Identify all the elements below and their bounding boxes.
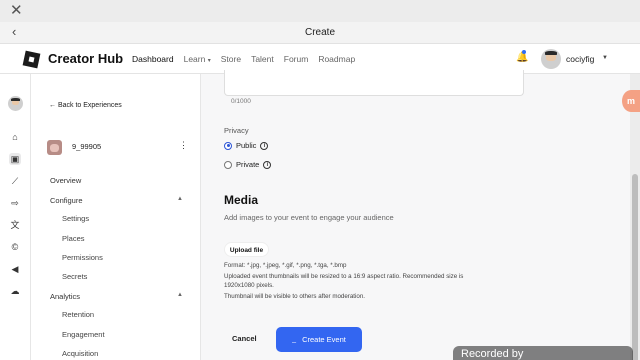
info-icon[interactable]: i (263, 160, 272, 169)
sidebar-item-overview[interactable]: Overview (50, 176, 81, 185)
nav-learn[interactable]: Learn ▾ (184, 54, 211, 64)
experiences-icon[interactable]: ▣ (9, 153, 21, 165)
nav-forum[interactable]: Forum (284, 54, 309, 64)
scrollbar-thumb[interactable] (632, 174, 638, 360)
floating-assistant-bubble[interactable]: m (622, 90, 640, 112)
moderation-hint: Thumbnail will be visible to others afte… (224, 293, 366, 300)
media-heading: Media (224, 193, 259, 207)
avatar[interactable] (541, 49, 561, 69)
nav-dashboard[interactable]: Dashboard (132, 54, 174, 64)
close-icon[interactable]: ✕ (10, 2, 23, 20)
create-event-button[interactable]: _ Create Event (276, 327, 362, 352)
sidebar-item-analytics[interactable]: Analytics (50, 292, 80, 301)
bell-icon[interactable]: 🔔 (516, 50, 528, 63)
sidebar-item-places[interactable]: Places (62, 234, 85, 243)
description-textarea[interactable] (224, 70, 524, 96)
chevron-up-icon[interactable]: ▲ (177, 196, 183, 202)
sidebar: ← Back to Experiences 9_99905 ⋮ Overview… (31, 74, 201, 360)
analytics-icon[interactable]: ⟋ (9, 175, 21, 187)
chevron-down-icon[interactable]: ▼ (602, 55, 608, 61)
main-content: 0/1000 Privacy Public i Private i Media … (202, 70, 640, 360)
sidebar-item-acquisition[interactable]: Acquisition (62, 349, 98, 358)
sidebar-item-permissions[interactable]: Permissions (62, 253, 103, 262)
chevron-up-icon[interactable]: ▲ (177, 292, 183, 298)
format-hint: Format: *.jpg, *.jpeg, *.gif, *.png, *.t… (224, 262, 347, 269)
icon-rail: ⌂ ▣ ⟋ ⇨ 文 © ◀ ☁ (0, 74, 31, 360)
chevron-down-icon: ▾ (207, 58, 211, 64)
title-bar: ‹ Create (0, 22, 640, 44)
sidebar-item-configure[interactable]: Configure (50, 196, 83, 205)
nav-store[interactable]: Store (221, 54, 241, 64)
monetization-icon[interactable]: ⇨ (9, 197, 21, 209)
experience-thumbnail (47, 140, 62, 155)
nav-talent[interactable]: Talent (251, 54, 274, 64)
translate-icon[interactable]: 文 (9, 219, 21, 231)
info-icon[interactable]: i (260, 141, 269, 150)
privacy-label: Privacy (224, 126, 249, 135)
sidebar-item-secrets[interactable]: Secrets (62, 272, 87, 281)
scrollbar[interactable] (630, 74, 640, 360)
roblox-logo[interactable] (22, 50, 41, 69)
system-bar: ✕ (0, 0, 640, 22)
privacy-option-private[interactable]: Private i (224, 160, 272, 169)
upload-file-button[interactable]: Upload file (224, 242, 269, 257)
radio-public[interactable] (224, 141, 232, 150)
window-title: Create (304, 27, 335, 38)
cancel-button[interactable]: Cancel (232, 334, 257, 343)
sidebar-item-engagement[interactable]: Engagement (62, 330, 105, 339)
username[interactable]: cociyfig (566, 54, 594, 64)
sidebar-item-retention[interactable]: Retention (62, 310, 94, 319)
character-counter: 0/1000 (231, 98, 251, 105)
resize-hint-1: Uploaded event thumbnails will be resize… (224, 273, 464, 280)
privacy-option-public[interactable]: Public i (224, 141, 269, 150)
resize-hint-2: 1920x1080 pixels. (224, 282, 274, 289)
currency-icon[interactable]: © (9, 241, 21, 253)
megaphone-icon[interactable]: ◀ (9, 263, 21, 275)
nav-roadmap[interactable]: Roadmap (318, 54, 355, 64)
recorder-watermark: Recorded by (453, 346, 633, 360)
back-to-experiences-link[interactable]: ← Back to Experiences (49, 102, 122, 109)
experience-name: 9_99905 (72, 142, 102, 151)
nav-links: Dashboard Learn ▾ Store Talent Forum Roa… (132, 54, 355, 64)
notification-dot (522, 50, 526, 54)
avatar[interactable] (8, 96, 23, 111)
cursor-icon: _ (292, 336, 297, 343)
radio-private[interactable] (224, 160, 232, 169)
brand-name[interactable]: Creator Hub (48, 51, 123, 66)
sidebar-item-settings[interactable]: Settings (62, 214, 89, 223)
media-subtitle: Add images to your event to engage your … (224, 213, 394, 222)
home-icon[interactable]: ⌂ (9, 131, 21, 143)
cloud-icon[interactable]: ☁ (9, 285, 21, 297)
kebab-icon[interactable]: ⋮ (179, 140, 188, 151)
